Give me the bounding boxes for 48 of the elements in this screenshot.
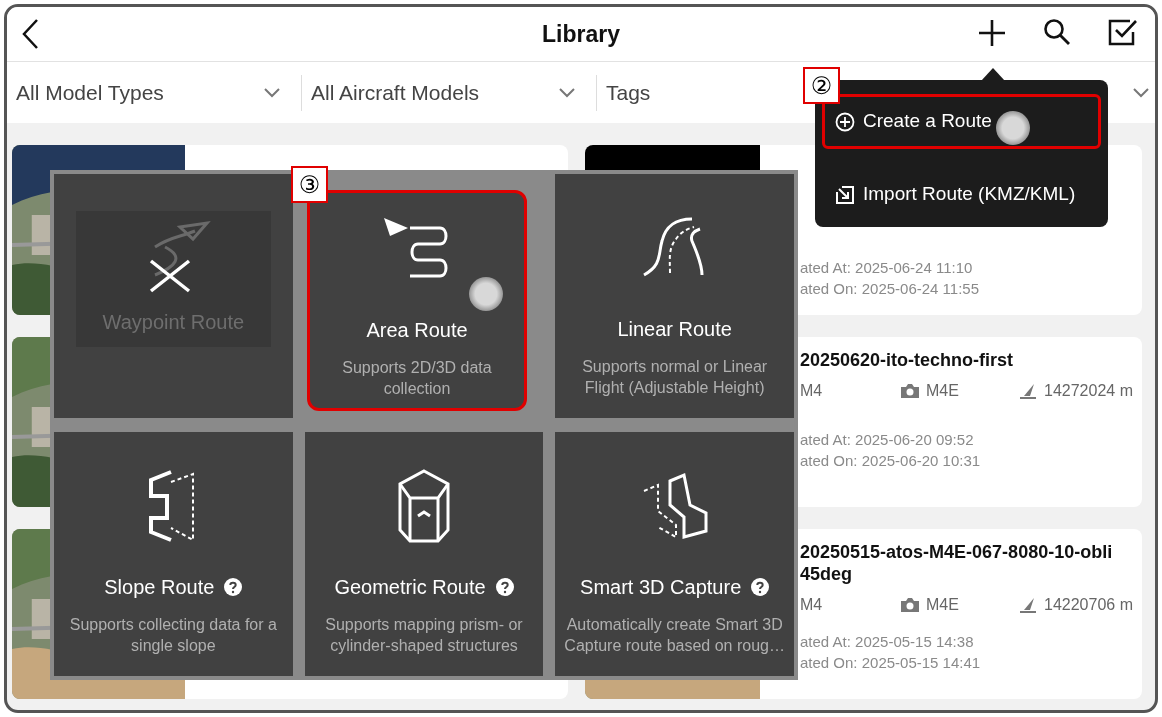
help-icon[interactable] bbox=[224, 578, 243, 596]
import-icon bbox=[835, 184, 855, 205]
search-icon[interactable] bbox=[1042, 17, 1072, 47]
route-distance: 14272024 m bbox=[1044, 381, 1133, 401]
route-type-title: Geometric Route bbox=[334, 575, 486, 600]
add-circle-icon bbox=[835, 111, 855, 132]
step-marker: ② bbox=[803, 67, 840, 104]
aircraft-model: M4 bbox=[800, 381, 824, 401]
route-type-description: Supports collecting data for a single slope bbox=[68, 615, 278, 656]
touch-indicator bbox=[469, 277, 503, 311]
updated-date: ated On: 2025-05-15 14:41 bbox=[800, 653, 982, 673]
created-date: ated At: 2025-05-15 14:38 bbox=[800, 632, 975, 652]
chevron-down-icon bbox=[558, 86, 576, 99]
route-type-description: Supports mapping prism- or cylinder-shaped structures bbox=[324, 615, 524, 656]
checkbox-icon[interactable] bbox=[1107, 17, 1139, 47]
chevron-down-icon bbox=[263, 86, 281, 99]
camera-icon bbox=[900, 597, 920, 613]
route-type-tile[interactable]: Linear Route Supports normal or Linear Flight (Adjustable Height) bbox=[555, 174, 794, 418]
updated-date: ated On: 2025-06-20 10:31 bbox=[800, 451, 982, 471]
route-type-description: Supports 2D/3D data collection bbox=[341, 358, 493, 399]
menu-item[interactable]: Create a Route bbox=[822, 94, 1101, 149]
route-title: 20250515-atos-M4E-067-8080-10-obli 45deg bbox=[800, 541, 1114, 585]
help-icon[interactable] bbox=[751, 578, 770, 596]
touch-indicator bbox=[996, 111, 1030, 145]
route-type-tile[interactable]: Slope Route Supports collecting data for a single slope bbox=[54, 432, 293, 676]
filter-dropdown[interactable]: All Aircraft Models bbox=[311, 76, 480, 109]
route-type-tile[interactable]: Geometric Route Supports mapping prism- or cylinder-shaped structures bbox=[304, 432, 544, 676]
created-date: ated At: 2025-06-24 11:10 bbox=[800, 258, 974, 278]
route-type-tile[interactable]: Smart 3D Capture Automatically create Smart 3D Capture route based on roug… bbox=[555, 432, 794, 676]
route-title: 20250620-ito-techno-first bbox=[800, 349, 1015, 371]
add-icon[interactable] bbox=[977, 18, 1007, 48]
chevron-down-icon bbox=[1132, 86, 1150, 99]
help-icon[interactable] bbox=[495, 578, 514, 596]
prism-icon bbox=[396, 468, 452, 544]
camera-icon bbox=[900, 383, 920, 399]
filter-dropdown[interactable]: All Model Types bbox=[16, 76, 164, 109]
camera-model: M4E bbox=[926, 595, 959, 615]
created-date: ated At: 2025-06-20 09:52 bbox=[800, 430, 975, 450]
filter-dropdown[interactable]: Tags bbox=[606, 76, 651, 109]
updated-date: ated On: 2025-06-24 11:55 bbox=[800, 279, 981, 299]
step-marker: ③ bbox=[291, 166, 328, 203]
route-distance: 14220706 m bbox=[1044, 595, 1133, 615]
menu-item[interactable]: Import Route (KMZ/KML) bbox=[822, 167, 1101, 222]
page-title: Library bbox=[542, 19, 620, 49]
aircraft-model: M4 bbox=[800, 595, 824, 615]
camera-model: M4E bbox=[926, 381, 959, 401]
route-type-title: Area Route bbox=[366, 318, 468, 343]
route-type-title: Slope Route bbox=[104, 575, 215, 600]
